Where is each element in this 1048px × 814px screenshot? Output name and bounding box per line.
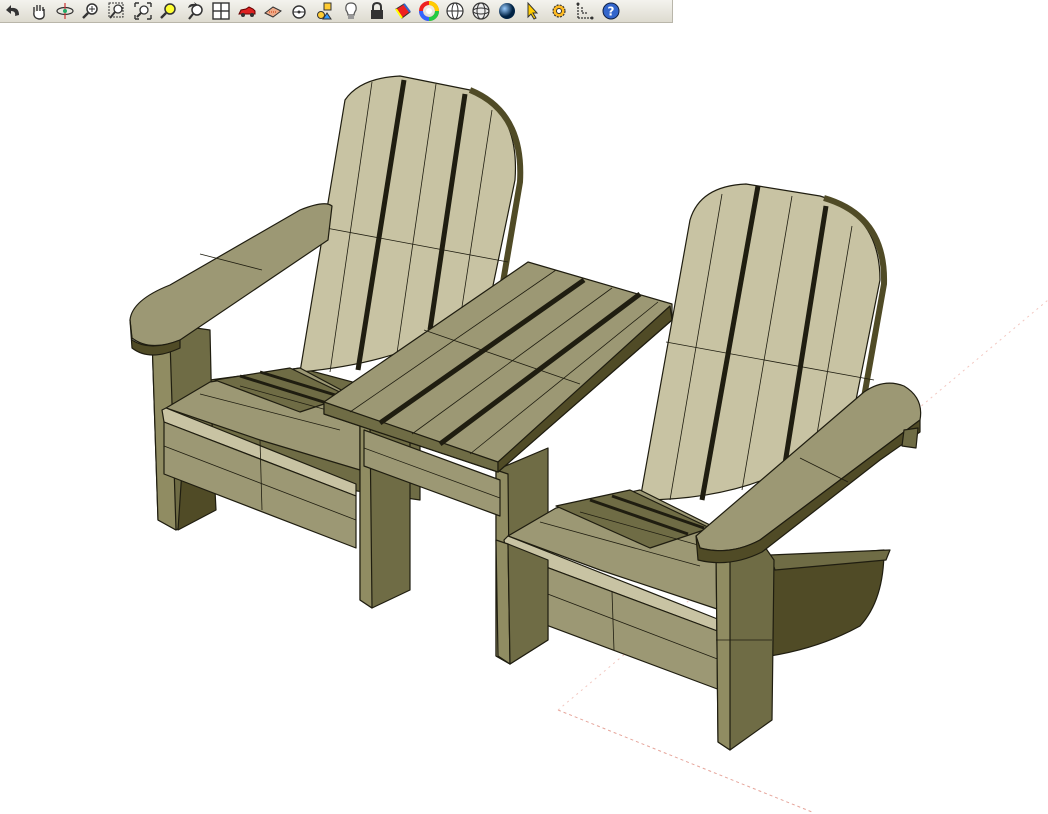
pan-tool-button[interactable] — [26, 0, 52, 22]
zoom-selected-tool-button[interactable] — [156, 0, 182, 22]
sphere-wire-tool-button[interactable] — [442, 0, 468, 22]
shapes-tool-button[interactable] — [312, 0, 338, 22]
adirondack-double-chair[interactable] — [129, 75, 922, 751]
zoom-tool-button[interactable] — [78, 0, 104, 22]
sphere-shaded-tool-button[interactable] — [494, 0, 520, 22]
zoom-window-tool-button[interactable] — [104, 0, 130, 22]
zoom-extents-tool-button[interactable] — [130, 0, 156, 22]
undo-icon — [6, 5, 19, 16]
cursor-tool-button[interactable] — [520, 0, 546, 22]
zoom-extents-icon — [134, 2, 152, 20]
car-icon — [238, 6, 256, 17]
undo-tool-button[interactable] — [0, 0, 26, 22]
color-wheel-tool-button[interactable] — [416, 0, 442, 22]
previous-view-icon — [188, 2, 203, 20]
zoom-icon — [82, 3, 98, 19]
light-bulb-icon — [345, 2, 357, 19]
lock-icon — [371, 1, 383, 19]
section-plane-icon — [264, 6, 282, 18]
light-tool-button[interactable] — [338, 0, 364, 22]
lock-tool-button[interactable] — [364, 0, 390, 22]
orbit-tool-button[interactable] — [52, 0, 78, 22]
help-icon: ? — [602, 2, 620, 20]
main-toolbar: ? — [0, 0, 673, 23]
settings-tool-button[interactable] — [546, 0, 572, 22]
pan-hand-icon — [33, 5, 45, 20]
select-arrow-icon — [527, 1, 539, 20]
shaded-sphere-icon — [499, 3, 515, 19]
paint-bucket-icon — [395, 3, 411, 19]
zoom-window-icon — [108, 2, 124, 19]
color-wheel-icon — [419, 1, 439, 21]
previous-view-tool-button[interactable] — [182, 0, 208, 22]
left-chair-armrest — [129, 203, 333, 347]
section-tool-button[interactable] — [260, 0, 286, 22]
paint-tool-button[interactable] — [390, 0, 416, 22]
views-tool-button[interactable] — [208, 0, 234, 22]
shapes-icon — [317, 2, 332, 20]
gear-icon — [552, 4, 566, 18]
zoom-selected-icon — [160, 3, 176, 19]
wireframe-sphere-icon — [446, 2, 464, 20]
red-axis-line — [557, 709, 813, 813]
svg-text:?: ? — [608, 5, 615, 19]
tape-measure-icon — [292, 5, 306, 19]
sphere-grid-tool-button[interactable] — [468, 0, 494, 22]
walk-tool-button[interactable] — [234, 0, 260, 22]
orbit-icon — [56, 3, 74, 19]
dimension-tool-button[interactable] — [572, 0, 598, 22]
grid-sphere-icon — [472, 2, 490, 20]
grid-views-icon — [212, 2, 230, 20]
tape-tool-button[interactable] — [286, 0, 312, 22]
dimension-icon — [576, 2, 594, 20]
model-viewport[interactable] — [0, 23, 1048, 814]
help-tool-button[interactable]: ? — [598, 0, 624, 22]
